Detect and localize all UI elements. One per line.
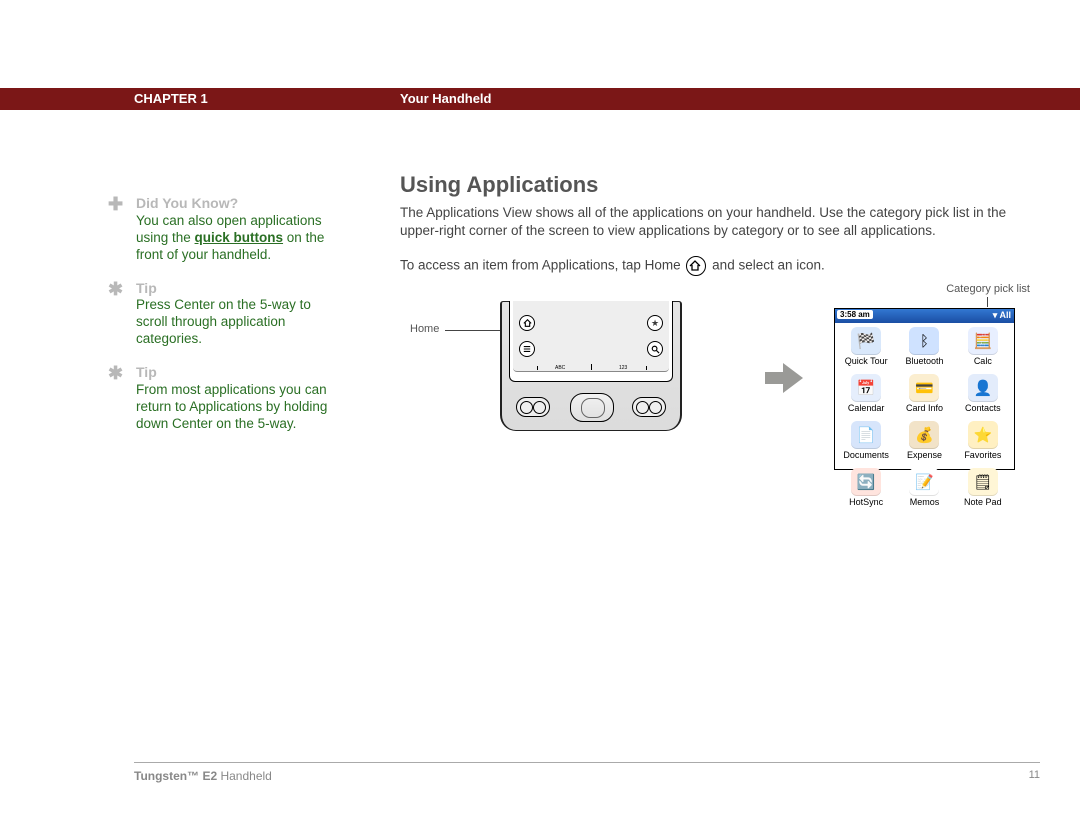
section-para-1: The Applications View shows all of the a… [400, 204, 1040, 240]
hard-buttons-right [632, 397, 666, 417]
main-content: Using Applications The Applications View… [400, 172, 1040, 292]
callout-home-line [445, 330, 505, 331]
callout-picklist-line [987, 297, 988, 307]
page-footer: Tungsten™ E2 Handheld 11 [134, 762, 1040, 799]
tip-1-block: ✱ Tip Press Center on the 5-way to scrol… [108, 280, 342, 349]
screenshot-clock: 3:58 am [837, 310, 873, 319]
graffiti-123-label: 123 [619, 365, 627, 371]
tip-2-block: ✱ Tip From most applications you can ret… [108, 364, 342, 433]
quick-buttons-link[interactable]: quick buttons [195, 230, 284, 245]
home-icon [686, 256, 706, 276]
five-way-navigator [570, 393, 614, 422]
star-soft-button-icon: ★ [647, 315, 663, 331]
application-grid: 🏁Quick TourᛒBluetooth🧮Calc📅Calendar💳Card… [835, 323, 1014, 513]
pick-list-value: All [999, 310, 1011, 320]
did-you-know-block: ✚ Did You Know? You can also open applic… [108, 195, 342, 264]
page-number: 11 [1029, 769, 1040, 781]
app-icon: ⭐ [968, 421, 998, 449]
app-label: Favorites [964, 450, 1001, 460]
plus-icon: ✚ [108, 195, 123, 213]
callout-home-label: Home [410, 323, 439, 335]
app-icon: 📝 [909, 468, 939, 496]
find-soft-button-icon [647, 341, 663, 357]
figure: Home ★ [400, 283, 1040, 483]
app-label: Memos [910, 497, 940, 507]
chapter-label: CHAPTER 1 [134, 91, 208, 106]
menu-soft-button-icon [519, 341, 535, 357]
app-expense[interactable]: 💰Expense [895, 419, 953, 466]
app-label: Note Pad [964, 497, 1002, 507]
app-card-info[interactable]: 💳Card Info [895, 372, 953, 419]
app-favorites[interactable]: ⭐Favorites [954, 419, 1012, 466]
graffiti-abc-label: ABC [555, 365, 565, 371]
handheld-illustration: ★ ABC 123 [500, 301, 682, 431]
app-label: Bluetooth [905, 356, 943, 366]
app-label: Expense [907, 450, 942, 460]
app-bluetooth[interactable]: ᛒBluetooth [895, 325, 953, 372]
app-label: Documents [843, 450, 889, 460]
app-calendar[interactable]: 📅Calendar [837, 372, 895, 419]
para2-after: and select an icon. [712, 258, 825, 273]
app-icon: 🧮 [968, 327, 998, 355]
hard-buttons-left [516, 397, 550, 417]
app-icon: 🔄 [851, 468, 881, 496]
asterisk-icon: ✱ [108, 364, 123, 382]
section-title: Using Applications [400, 172, 1040, 198]
chapter-header: CHAPTER 1 Your Handheld [0, 88, 1080, 110]
tip-2-body: From most applications you can return to… [136, 382, 327, 431]
app-quick-tour[interactable]: 🏁Quick Tour [837, 325, 895, 372]
app-icon: 📄 [851, 421, 881, 449]
app-label: Quick Tour [845, 356, 888, 366]
product-name: Tungsten™ E2 Handheld [134, 769, 272, 783]
para2-before: To access an item from Applications, tap… [400, 258, 681, 273]
app-memos[interactable]: 📝Memos [895, 466, 953, 513]
chapter-section: Your Handheld [400, 91, 491, 106]
app-label: Calendar [848, 403, 885, 413]
asterisk-icon: ✱ [108, 280, 123, 298]
tip-1-body: Press Center on the 5-way to scroll thro… [136, 297, 311, 346]
app-icon: 👤 [968, 374, 998, 402]
app-documents[interactable]: 📄Documents [837, 419, 895, 466]
app-icon: 📅 [851, 374, 881, 402]
callout-picklist-label: Category pick list [946, 283, 1030, 295]
home-soft-button-icon [519, 315, 535, 331]
app-icon: 💰 [909, 421, 939, 449]
screenshot-title-bar: 3:58 am ▾ All [835, 309, 1014, 323]
category-pick-list[interactable]: ▾ All [993, 310, 1011, 321]
app-hotsync[interactable]: 🔄HotSync [837, 466, 895, 513]
did-you-know-head: Did You Know? [136, 195, 238, 211]
app-note-pad[interactable]: 🗒Note Pad [954, 466, 1012, 513]
app-icon: ᛒ [909, 327, 939, 355]
app-icon: 💳 [909, 374, 939, 402]
margin-notes: ✚ Did You Know? You can also open applic… [108, 195, 342, 449]
app-label: Card Info [906, 403, 943, 413]
app-icon: 🗒 [968, 468, 998, 496]
app-calc[interactable]: 🧮Calc [954, 325, 1012, 372]
app-label: Contacts [965, 403, 1001, 413]
app-icon: 🏁 [851, 327, 881, 355]
tip-1-head: Tip [136, 280, 157, 296]
tip-2-head: Tip [136, 364, 157, 380]
applications-view-screenshot: 3:58 am ▾ All 🏁Quick TourᛒBluetooth🧮Calc… [834, 308, 1015, 470]
app-label: HotSync [849, 497, 883, 507]
section-para-2: To access an item from Applications, tap… [400, 256, 1040, 276]
app-label: Calc [974, 356, 992, 366]
app-contacts[interactable]: 👤Contacts [954, 372, 1012, 419]
